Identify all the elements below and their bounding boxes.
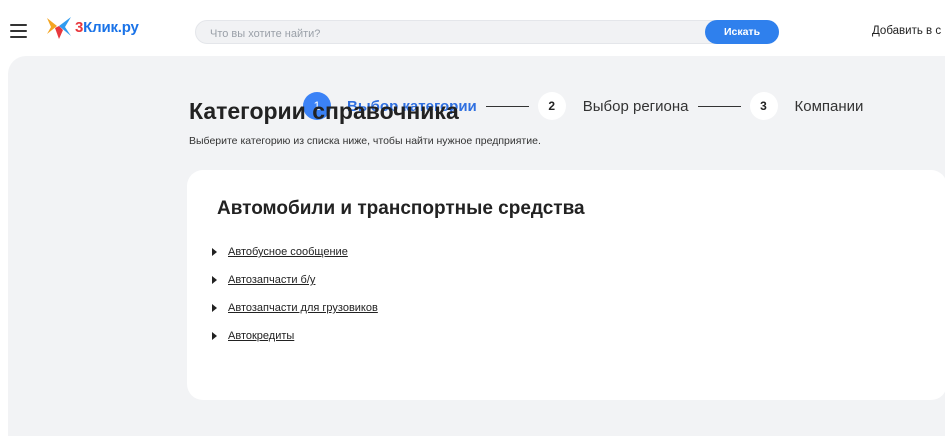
page-title: Категории справочника bbox=[189, 98, 459, 124]
search-input[interactable] bbox=[208, 24, 692, 44]
category-title: Автомобили и транспортные средства bbox=[217, 198, 585, 219]
search-button[interactable]: Искать bbox=[705, 20, 779, 44]
category-card: Автомобили и транспортные средства Автоб… bbox=[187, 170, 945, 400]
list-item: Автозапчасти б/у bbox=[212, 266, 378, 294]
step-divider bbox=[697, 105, 741, 107]
list-item: Автобусное сообщение bbox=[212, 238, 378, 266]
bullet-arrow-icon bbox=[212, 248, 217, 256]
category-link[interactable]: Автозапчасти б/у bbox=[228, 274, 315, 286]
category-link[interactable]: Автобусное сообщение bbox=[228, 246, 348, 258]
step-3-number: 3 bbox=[749, 92, 778, 120]
top-bar: 3Клик.ру Искать Добавить в с bbox=[0, 0, 945, 56]
search-bar: Искать bbox=[195, 20, 779, 44]
list-item: Автокредиты bbox=[212, 322, 378, 350]
step-3-label: Компании bbox=[794, 97, 864, 115]
bullet-arrow-icon bbox=[212, 276, 217, 284]
category-link[interactable]: Автокредиты bbox=[228, 330, 294, 342]
add-company-link[interactable]: Добавить в с bbox=[872, 25, 941, 37]
logo-text-3: 3 bbox=[75, 18, 84, 36]
category-link[interactable]: Автозапчасти для грузовиков bbox=[228, 302, 378, 314]
step-2-label: Выбор региона bbox=[582, 97, 689, 115]
step-2-number: 2 bbox=[537, 92, 566, 120]
step-divider bbox=[485, 105, 529, 107]
menu-icon[interactable] bbox=[10, 24, 27, 38]
list-item: Автозапчасти для грузовиков bbox=[212, 294, 378, 322]
bullet-arrow-icon bbox=[212, 304, 217, 312]
logo-arrows-icon bbox=[47, 17, 71, 39]
logo-text-rest: Клик.ру bbox=[83, 18, 139, 36]
logo-text: 3Клик.ру bbox=[75, 19, 139, 36]
logo[interactable]: 3Клик.ру bbox=[45, 12, 155, 42]
bullet-arrow-icon bbox=[212, 332, 217, 340]
category-list: Автобусное сообщение Автозапчасти б/у Ав… bbox=[212, 238, 378, 350]
page-subtitle: Выберите категорию из списка ниже, чтобы… bbox=[189, 135, 541, 147]
